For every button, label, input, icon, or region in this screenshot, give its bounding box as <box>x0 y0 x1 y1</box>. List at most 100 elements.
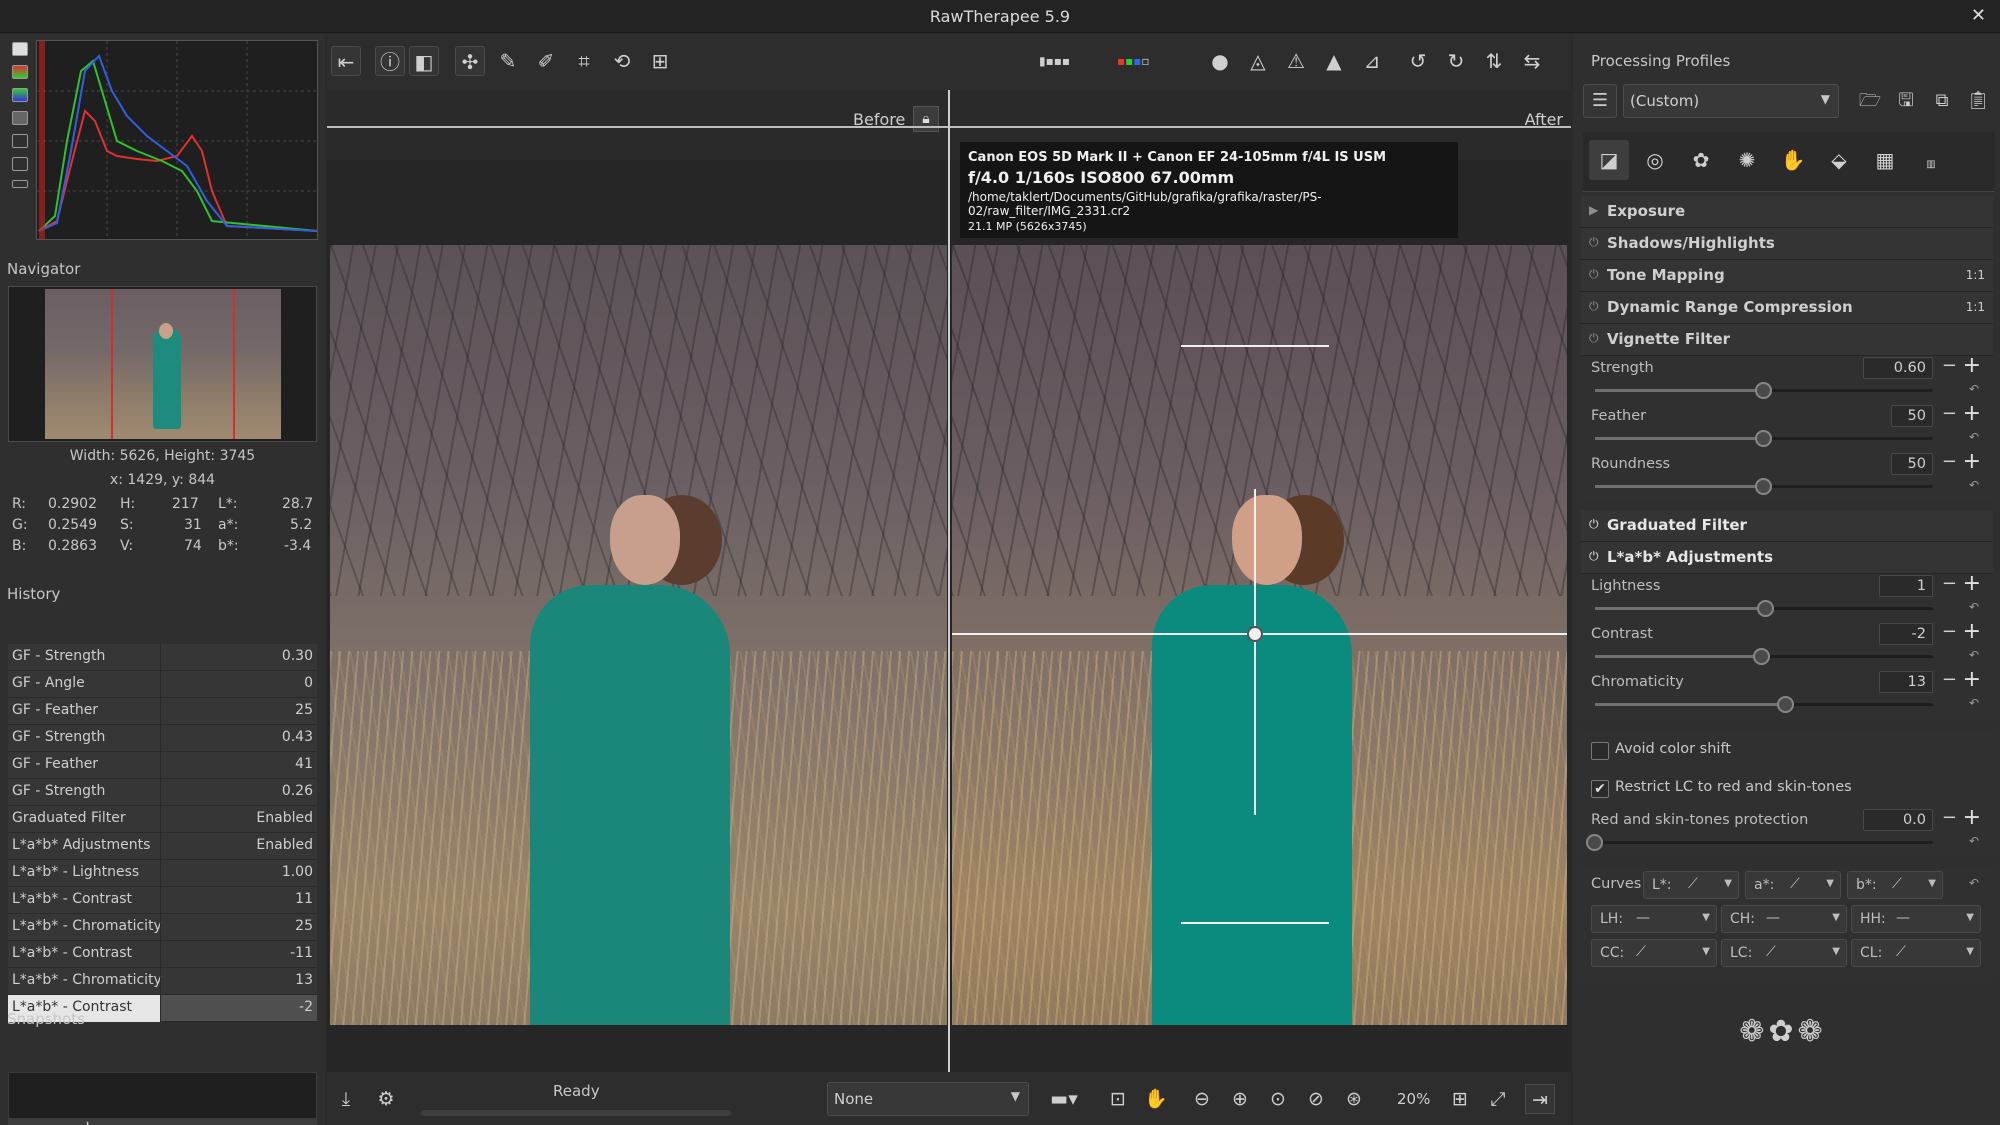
power-icon[interactable]: ⏻ <box>1589 267 1599 282</box>
perspective-icon[interactable]: ⊞ <box>645 46 675 76</box>
graduated-filter-handle[interactable] <box>1247 626 1263 642</box>
copy-profile-icon[interactable]: ⧉ <box>1927 86 1957 116</box>
before-after-icon[interactable]: ◧ <box>409 46 439 76</box>
reset-icon[interactable]: ↶ <box>1969 834 1979 848</box>
vignette-strength-value[interactable]: 0.60 <box>1863 357 1933 379</box>
paste-profile-icon[interactable]: 📋︎ <box>1963 86 1993 116</box>
avoid-color-shift-checkbox[interactable] <box>1591 742 1609 760</box>
soft-proof-icon[interactable]: ⊡ <box>1103 1084 1133 1114</box>
hide-left-panel-icon[interactable]: ⇤ <box>331 46 361 76</box>
histogram-blue-toggle[interactable] <box>12 111 28 125</box>
history-item[interactable]: GF - Strength 0.43 <box>8 725 317 752</box>
remove-snapshot-button[interactable]: − <box>234 1117 249 1125</box>
lab-chromaticity-value[interactable]: 13 <box>1879 671 1933 693</box>
background-color-icon[interactable]: ▮▪▪▪ <box>1039 46 1070 76</box>
tool-tone-mapping[interactable]: ⏻ Tone Mapping 1:1 <box>1581 260 1993 292</box>
histogram-icon[interactable]: ⊿ <box>1357 46 1387 76</box>
decrement-button[interactable]: − <box>1942 807 1957 828</box>
channel-preview-icon[interactable]: ▪▪▪▫ <box>1117 46 1150 76</box>
history-item[interactable]: GF - Angle 0 <box>8 671 317 698</box>
vignette-strength-slider[interactable]: Strength 0.60 − + ↶ <box>1581 353 1993 404</box>
reset-icon[interactable]: ↶ <box>1969 382 1979 396</box>
hand-tool-icon[interactable]: ✣ <box>455 46 485 76</box>
increment-button[interactable]: + <box>1963 449 1981 474</box>
history-item[interactable]: L*a*b* Adjustments Enabled <box>8 833 317 860</box>
vignette-roundness-slider[interactable]: Roundness 50 − + ↶ <box>1581 449 1993 500</box>
shadows-clip-icon[interactable]: ◬ <box>1243 46 1273 76</box>
slider-knob[interactable] <box>1755 478 1772 495</box>
zoom-fit-crop-icon[interactable]: ⊛ <box>1339 1084 1369 1114</box>
curve-l-button[interactable]: L*: ⟋ ▼ <box>1643 871 1739 899</box>
history-item[interactable]: GF - Feather 25 <box>8 698 317 725</box>
tab-details[interactable]: ◎ <box>1635 140 1675 180</box>
increment-button[interactable]: + <box>1963 619 1981 644</box>
flip-horizontal-icon[interactable]: ⇆ <box>1517 46 1547 76</box>
color-picker-icon[interactable]: ✐ <box>531 46 561 76</box>
hide-right-panel-icon[interactable]: ⇥ <box>1525 1084 1555 1114</box>
skin-protection-slider[interactable]: Red and skin-tones protection 0.0 − + ↶ <box>1581 805 1993 856</box>
white-balance-picker-icon[interactable]: ✎ <box>493 46 523 76</box>
histogram-green-toggle[interactable] <box>12 88 28 102</box>
history-item[interactable]: L*a*b* - Chromaticity 13 <box>8 968 317 995</box>
power-icon[interactable]: ⏻ <box>1589 299 1599 314</box>
send-to-queue-icon[interactable]: ⚙ <box>371 1084 401 1114</box>
tool-vignette-filter[interactable]: ⏻ Vignette Filter <box>1581 324 1993 356</box>
decrement-button[interactable]: − <box>1942 621 1957 642</box>
profile-list-icon[interactable]: ☰ <box>1583 84 1617 118</box>
navigator-view-frame[interactable] <box>111 289 235 439</box>
curve-b-button[interactable]: b*: ⟋ ▼ <box>1847 871 1943 899</box>
tool-lab-adjustments[interactable]: ⏻ L*a*b* Adjustments <box>1581 542 1993 574</box>
new-detail-window-icon[interactable]: ⊞ <box>1445 1084 1475 1114</box>
lab-contrast-slider[interactable]: Contrast -2 − + ↶ <box>1581 619 1993 670</box>
navigator[interactable] <box>8 286 317 442</box>
curve-lh-button[interactable]: LH: — ▼ <box>1591 905 1717 933</box>
zoom-fit-icon[interactable]: ⊘ <box>1301 1084 1331 1114</box>
tab-local[interactable]: ✋ <box>1773 140 1813 180</box>
decrement-button[interactable]: − <box>1942 669 1957 690</box>
tab-transform[interactable]: ⬙ <box>1819 140 1859 180</box>
curve-ch-button[interactable]: CH: — ▼ <box>1721 905 1847 933</box>
history-item[interactable]: Graduated Filter Enabled <box>8 806 317 833</box>
curve-a-button[interactable]: a*: ⟋ ▼ <box>1745 871 1841 899</box>
lab-lightness-slider[interactable]: Lightness 1 − + ↶ <box>1581 571 1993 622</box>
output-profile-select[interactable]: None ▼ <box>827 1082 1029 1116</box>
vignette-feather-value[interactable]: 50 <box>1891 405 1933 427</box>
power-icon[interactable]: ⏻ <box>1589 517 1599 532</box>
shadow-clip-warning-icon[interactable]: ▲ <box>1319 46 1349 76</box>
reset-icon[interactable]: ↶ <box>1969 696 1979 710</box>
history-item[interactable]: GF - Strength 0.30 <box>8 644 317 671</box>
zoom-in-icon[interactable]: ⊕ <box>1225 1084 1255 1114</box>
histogram-red-toggle[interactable] <box>12 65 28 79</box>
history-item[interactable]: GF - Feather 41 <box>8 752 317 779</box>
slider-knob[interactable] <box>1755 430 1772 447</box>
history-item[interactable]: L*a*b* - Lightness 1.00 <box>8 860 317 887</box>
straighten-icon[interactable]: ⟲ <box>607 46 637 76</box>
tab-raw[interactable]: ▦ <box>1865 140 1905 180</box>
info-icon[interactable]: ⓘ <box>375 46 405 76</box>
curve-hh-button[interactable]: HH: — ▼ <box>1851 905 1981 933</box>
tab-advanced[interactable]: ✺ <box>1727 140 1767 180</box>
reset-icon[interactable]: ↶ <box>1969 430 1979 444</box>
zoom-100-icon[interactable]: ⊙ <box>1263 1084 1293 1114</box>
gamut-check-icon[interactable]: ✋ <box>1141 1084 1171 1114</box>
tool-shadows-highlights[interactable]: ⏻ Shadows/Highlights <box>1581 228 1993 260</box>
fullscreen-icon[interactable]: ⤢ <box>1483 1084 1513 1114</box>
highlight-clip-icon[interactable]: ⚠ <box>1281 46 1311 76</box>
history-item[interactable]: L*a*b* - Contrast 11 <box>8 887 317 914</box>
vignette-feather-slider[interactable]: Feather 50 − + ↶ <box>1581 401 1993 452</box>
before-preview[interactable] <box>330 245 947 1025</box>
histogram-raw-toggle[interactable] <box>12 157 28 171</box>
tab-metadata[interactable]: ▥ <box>1911 140 1951 180</box>
tab-exposure[interactable]: ◪ <box>1589 140 1629 180</box>
add-snapshot-button[interactable]: + <box>80 1117 95 1125</box>
focus-mask-icon[interactable]: ● <box>1205 46 1235 76</box>
reset-icon[interactable]: ↶ <box>1969 648 1979 662</box>
slider-knob[interactable] <box>1756 600 1774 617</box>
tab-color[interactable]: ✿ <box>1681 140 1721 180</box>
reset-icon[interactable]: ↶ <box>1969 600 1979 614</box>
skin-protection-value[interactable]: 0.0 <box>1863 809 1933 831</box>
rotate-right-icon[interactable]: ↻ <box>1441 46 1471 76</box>
increment-button[interactable]: + <box>1963 353 1981 378</box>
intent-select-icon[interactable]: ▬▾ <box>1039 1084 1089 1114</box>
decrement-button[interactable]: − <box>1942 403 1957 424</box>
